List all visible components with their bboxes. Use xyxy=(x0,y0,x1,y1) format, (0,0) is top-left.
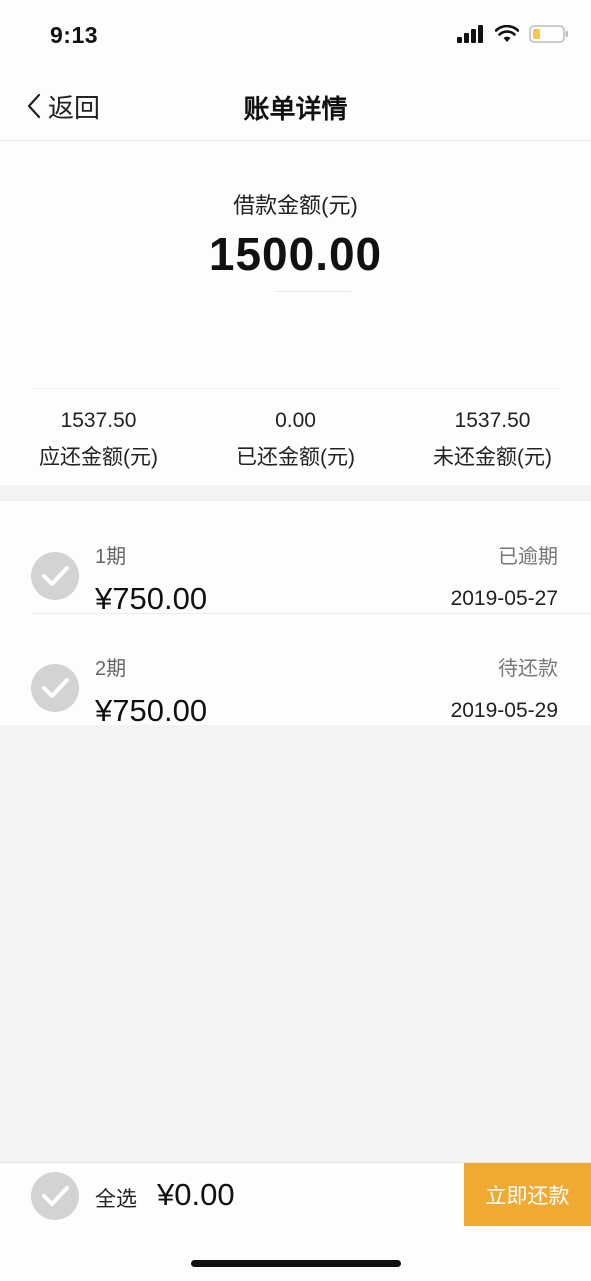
select-all-label[interactable]: 全选 xyxy=(95,1183,137,1213)
battery-icon xyxy=(529,25,568,43)
select-checkbox[interactable] xyxy=(31,664,79,712)
installment-status: 已逾期 xyxy=(498,546,558,568)
installment-date: 2019-05-29 xyxy=(450,699,558,722)
checkmark-icon xyxy=(42,1186,69,1206)
summary-divider xyxy=(32,388,559,389)
selected-total: ¥0.00 xyxy=(157,1177,235,1212)
select-checkbox[interactable] xyxy=(31,552,79,600)
loan-summary: 借款金额(元) 1500.00 1537.50 应还金额(元) 0.00 已还金… xyxy=(0,141,591,485)
home-indicator xyxy=(191,1260,401,1267)
installment-period: 2期 xyxy=(95,658,127,680)
status-icons xyxy=(457,24,569,44)
stat-unpaid-label: 未还金额(元) xyxy=(433,446,552,469)
stat-due-value: 1537.50 xyxy=(60,409,137,432)
installment-period: 1期 xyxy=(95,546,127,568)
wifi-icon xyxy=(495,25,519,42)
stat-paid: 0.00 已还金额(元) xyxy=(197,409,394,471)
nav-bar: 返回 账单详情 xyxy=(0,72,591,141)
loan-amount-label: 借款金额(元) xyxy=(233,193,358,218)
stat-due: 1537.50 应还金额(元) xyxy=(0,409,197,471)
signal-icon xyxy=(457,25,483,43)
stat-paid-label: 已还金额(元) xyxy=(236,446,355,469)
stat-due-label: 应还金额(元) xyxy=(39,446,158,469)
stat-paid-value: 0.00 xyxy=(275,409,316,432)
bottom-bar: 全选 ¥0.00 立即还款 xyxy=(0,1162,591,1281)
installment-date: 2019-05-27 xyxy=(450,587,558,610)
stat-unpaid-value: 1537.50 xyxy=(454,409,531,432)
page-title: 账单详情 xyxy=(243,94,348,124)
installment-list: 1期 ¥750.00 已逾期 2019-05-27 2期 ¥750.00 待还款… xyxy=(0,501,591,728)
pay-now-button[interactable]: 立即还款 xyxy=(464,1163,591,1226)
installment-row[interactable]: 1期 ¥750.00 已逾期 2019-05-27 xyxy=(0,501,591,616)
checkmark-icon xyxy=(42,678,69,698)
repayment-stats: 1537.50 应还金额(元) 0.00 已还金额(元) 1537.50 未还金… xyxy=(0,409,591,471)
checkmark-icon xyxy=(42,566,69,586)
amount-underline xyxy=(275,291,351,292)
installment-amount: ¥750.00 xyxy=(95,581,208,616)
select-all-checkbox[interactable] xyxy=(31,1172,79,1220)
installment-amount: ¥750.00 xyxy=(95,693,208,728)
stat-unpaid: 1537.50 未还金额(元) xyxy=(394,409,591,471)
status-time: 9:13 xyxy=(50,22,99,48)
installment-status: 待还款 xyxy=(498,658,558,680)
installment-row[interactable]: 2期 ¥750.00 待还款 2019-05-29 xyxy=(0,613,591,728)
status-bar: 9:13 xyxy=(0,0,591,72)
loan-amount-value: 1500.00 xyxy=(208,228,383,280)
